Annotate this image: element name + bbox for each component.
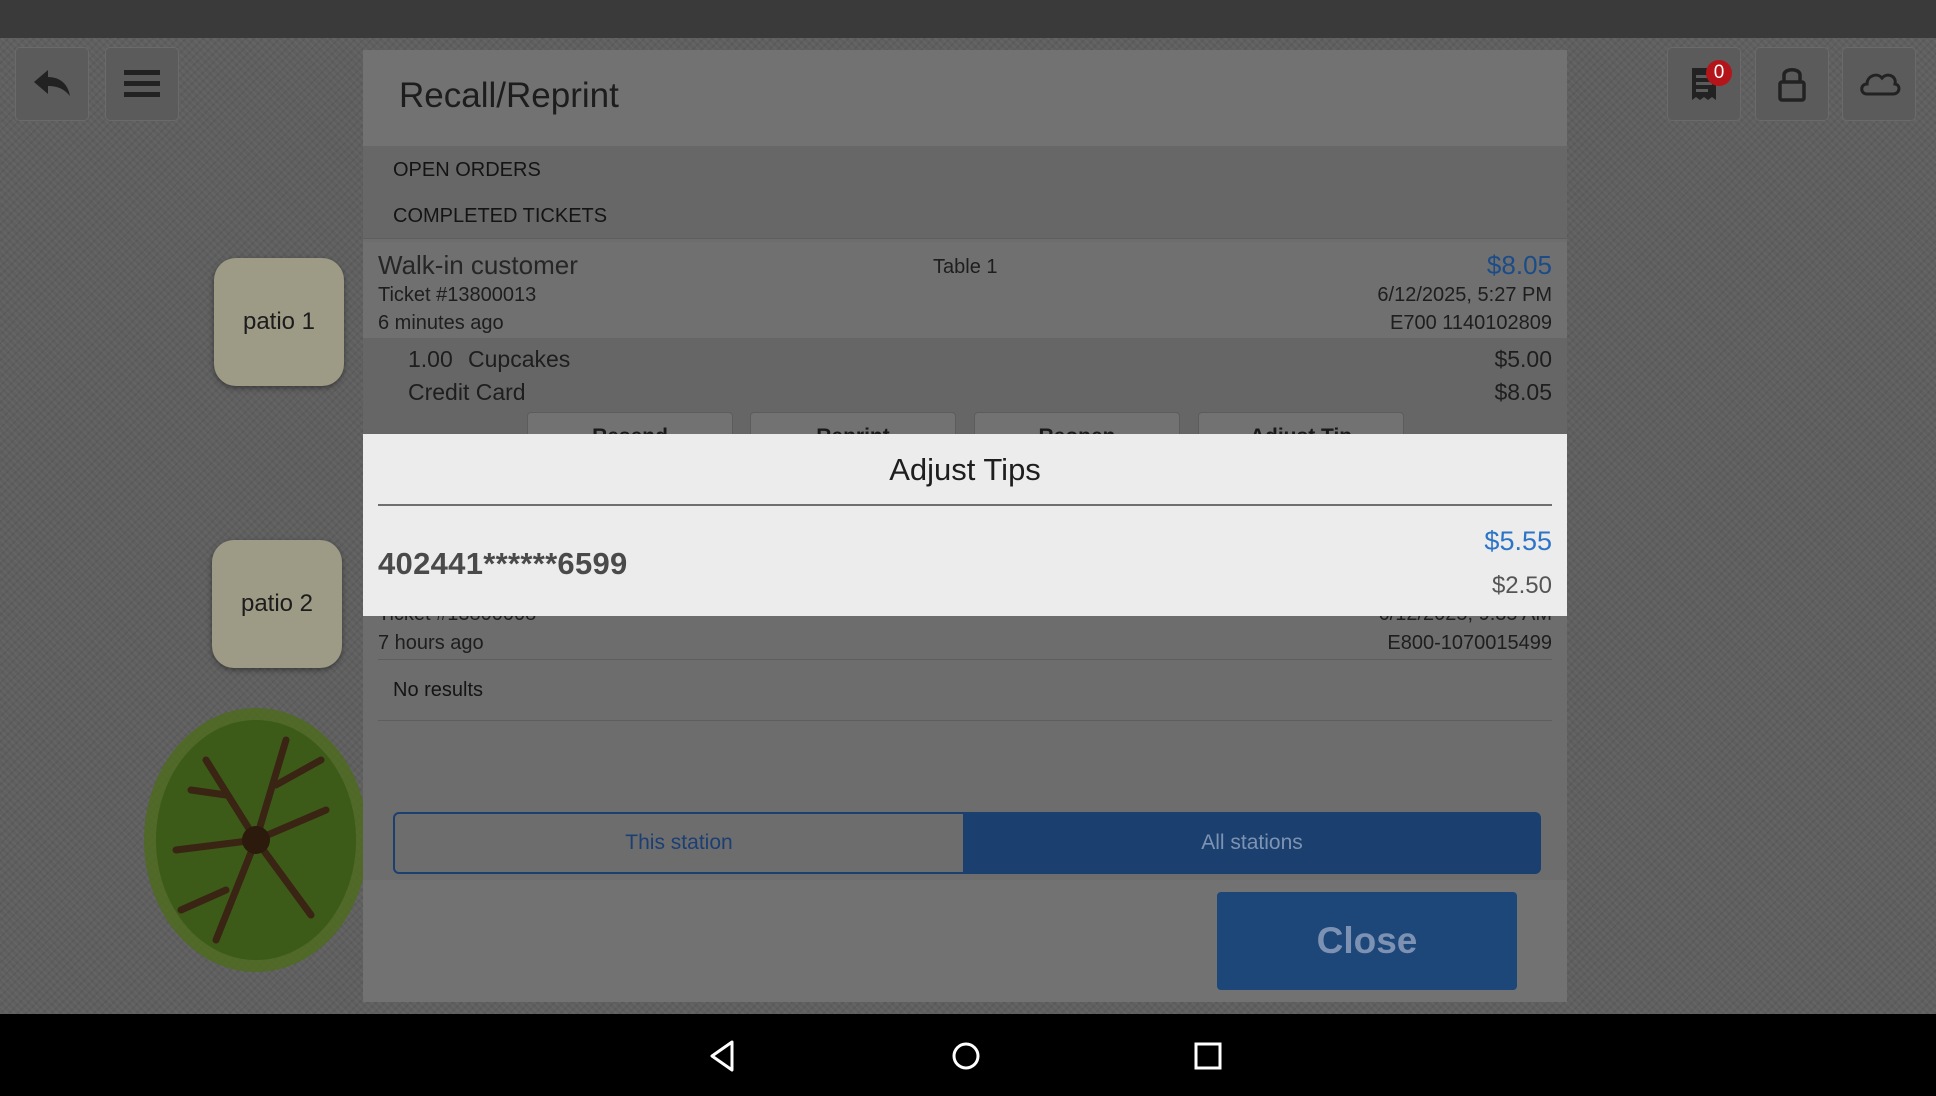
tip-entry-row[interactable]: 402441******6599 $5.55 $2.50 <box>363 506 1567 616</box>
dialog-title: Recall/Reprint <box>399 76 619 115</box>
status-bar <box>0 0 1936 38</box>
all-stations-toggle[interactable]: All stations <box>963 812 1541 874</box>
receipts-button[interactable]: 0 <box>1667 47 1741 121</box>
ticket-total: $8.05 <box>1486 250 1552 280</box>
nav-home-icon[interactable] <box>946 1036 986 1076</box>
close-button[interactable]: Close <box>1217 892 1517 990</box>
divider <box>378 720 1552 721</box>
section-completed-tickets-label: COMPLETED TICKETS <box>393 205 608 227</box>
cloud-icon <box>1860 73 1901 96</box>
ticket-number: Ticket #13800013 <box>378 284 537 306</box>
table-label: patio 2 <box>240 590 314 617</box>
divider <box>378 659 1552 660</box>
back-button[interactable] <box>15 47 89 121</box>
back-arrow-icon <box>34 70 70 96</box>
ticket-datetime: 6/12/2025, 5:27 PM <box>1377 284 1552 306</box>
popup-title: Adjust Tips <box>889 452 1041 487</box>
ticket-age: 6 minutes ago <box>378 312 504 334</box>
item-name: Cupcakes <box>468 346 571 372</box>
nav-back-icon[interactable] <box>702 1036 742 1076</box>
this-station-label: This station <box>625 831 733 854</box>
tip-amount: $5.55 <box>1484 526 1552 556</box>
ticket-table: Table 1 <box>933 256 998 278</box>
ticket-customer: Walk-in customer <box>378 250 578 280</box>
tree-decoration <box>144 708 366 972</box>
table-label: patio 1 <box>242 308 316 335</box>
section-open-orders[interactable]: OPEN ORDERS <box>363 146 1567 193</box>
lock-button[interactable] <box>1755 47 1829 121</box>
table-patio-2[interactable]: patio 2 <box>212 540 342 668</box>
table-patio-1[interactable]: patio 1 <box>214 258 344 386</box>
no-results-text: No results <box>393 679 484 701</box>
card-number: 402441******6599 <box>378 546 628 581</box>
payment-amount: $8.05 <box>1494 379 1552 405</box>
this-station-toggle[interactable]: This station <box>393 812 965 874</box>
ticket-2-device: E800-1070015499 <box>1387 632 1552 654</box>
section-completed-tickets[interactable]: COMPLETED TICKETS <box>363 192 1567 239</box>
adjust-tips-popup: Adjust Tips 402441******6599 $5.55 $2.50 <box>363 434 1567 616</box>
lock-icon <box>1778 68 1806 102</box>
item-qty: 1.00 <box>408 346 453 372</box>
ticket-row[interactable]: Walk-in customer Table 1 $8.05 Ticket #1… <box>363 242 1567 338</box>
system-navigation-bar <box>0 1014 1936 1096</box>
item-price: $5.00 <box>1494 346 1552 372</box>
cloud-sync-button[interactable] <box>1842 47 1916 121</box>
nav-recents-icon[interactable] <box>1188 1036 1228 1076</box>
menu-button[interactable] <box>105 47 179 121</box>
base-amount: $2.50 <box>1491 572 1552 599</box>
ticket-2-age: 7 hours ago <box>378 632 484 654</box>
hamburger-menu-icon <box>124 70 160 97</box>
ticket-device: E700 1140102809 <box>1389 312 1552 334</box>
payment-method: Credit Card <box>408 379 526 405</box>
all-stations-label: All stations <box>1201 831 1303 854</box>
receipt-count-badge: 0 <box>1706 60 1732 86</box>
section-open-orders-label: OPEN ORDERS <box>393 159 541 181</box>
